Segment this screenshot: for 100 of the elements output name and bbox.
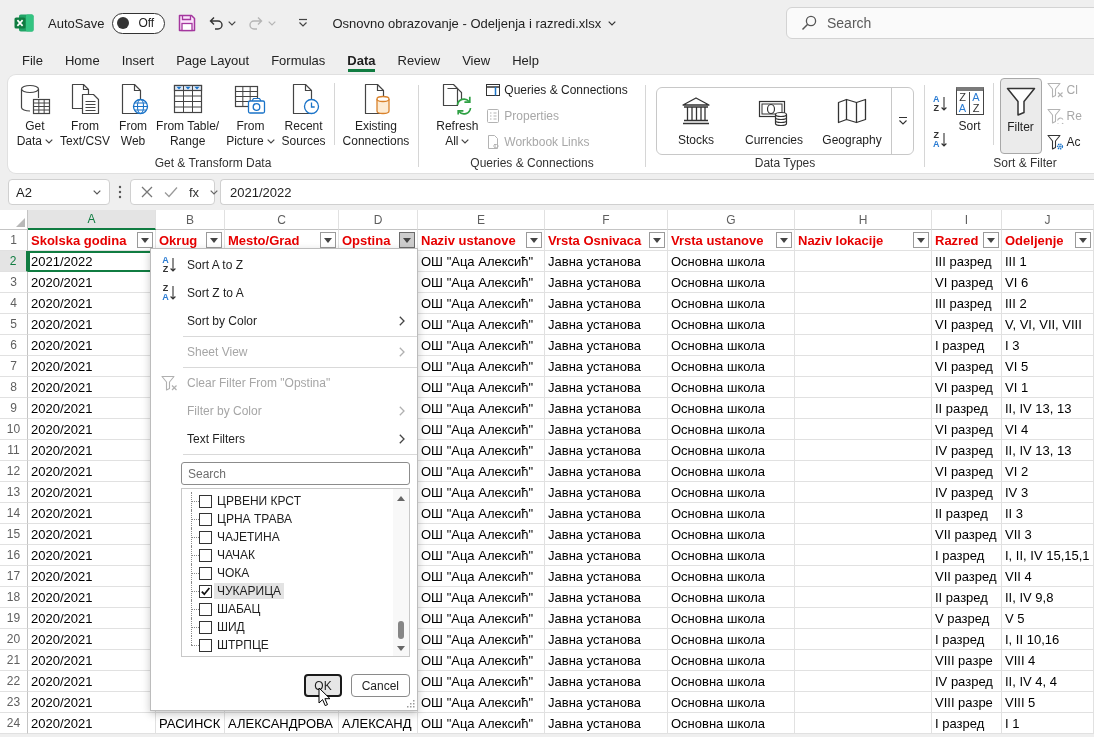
ribbon-button[interactable]: Z A A Z Sort [952, 79, 987, 149]
checkbox[interactable] [199, 548, 212, 562]
row-header[interactable]: 19 [0, 608, 28, 629]
ribbon-button[interactable]: Recent Sources [278, 79, 329, 150]
name-box[interactable]: A2 [8, 179, 110, 205]
row-header[interactable]: 9 [0, 398, 28, 419]
checkbox[interactable] [199, 512, 212, 526]
ribbon-button[interactable]: From Text/CSV [57, 79, 114, 150]
checkbox[interactable] [199, 620, 212, 634]
row-header[interactable]: 2 [0, 251, 28, 272]
ribbon-button[interactable]: Ac [1043, 129, 1085, 155]
sort-button[interactable]: A Z [929, 89, 951, 115]
ribbon-button[interactable]: From Table/ Range [153, 79, 223, 150]
scrollbar-thumb[interactable] [398, 621, 404, 639]
column-header[interactable]: G [668, 210, 795, 230]
menu-tab[interactable]: Review [386, 46, 452, 74]
sort-button[interactable]: Z A [929, 125, 951, 151]
ribbon-button[interactable]: From Web [114, 79, 153, 150]
filter-dropdown-button[interactable] [320, 232, 336, 248]
filter-value[interactable]: ЦРНА ТРАВА [214, 511, 296, 527]
filter-dropdown-button[interactable] [913, 232, 929, 248]
row-header[interactable]: 3 [0, 272, 28, 293]
cancel-button[interactable] [141, 186, 153, 198]
ribbon-button[interactable]: Queries & Connections [482, 77, 631, 103]
ok-button[interactable]: OK [304, 674, 342, 697]
formula-field[interactable]: 2021/2022 [220, 179, 1094, 205]
column-header[interactable]: E [418, 210, 545, 230]
menu-item[interactable]: A Z Sort A to Z [151, 251, 417, 279]
row-header[interactable]: 15 [0, 524, 28, 545]
checkbox[interactable] [199, 494, 212, 508]
ribbon-button[interactable]: From Picture [223, 79, 278, 150]
cancel-button[interactable]: Cancel [350, 674, 410, 697]
row-header[interactable]: 16 [0, 545, 28, 566]
ribbon-button[interactable]: Refresh All [433, 79, 482, 150]
ribbon-button[interactable]: Existing Connections [339, 79, 413, 150]
scrollbar[interactable] [393, 489, 409, 656]
gallery-option[interactable]: Currencies [735, 88, 813, 154]
row-header[interactable]: 18 [0, 587, 28, 608]
filter-value[interactable]: ШИД [214, 619, 248, 635]
filter-dropdown-button[interactable] [1075, 232, 1091, 248]
menu-tab[interactable]: View [451, 46, 502, 74]
enter-button[interactable] [164, 186, 178, 198]
insert-function-button[interactable]: fx [189, 184, 200, 200]
filter-dropdown-button[interactable] [983, 232, 999, 248]
checkbox[interactable] [199, 638, 212, 652]
ribbon-button[interactable]: Get Data [13, 79, 57, 150]
row-header[interactable]: 22 [0, 671, 28, 692]
row-header[interactable]: 1 [0, 230, 28, 251]
row-header[interactable]: 5 [0, 314, 28, 335]
menu-item[interactable]: Sort by Color [151, 307, 417, 335]
column-header[interactable]: I [932, 210, 1002, 230]
row-header[interactable]: 8 [0, 377, 28, 398]
row-header[interactable]: 14 [0, 503, 28, 524]
filter-dropdown-button[interactable] [137, 232, 153, 248]
menu-tab[interactable]: Help [501, 46, 550, 74]
document-title[interactable]: Osnovno obrazovanje - Odeljenja i razredi.xlsx [330, 13, 619, 33]
filter-dropdown-button[interactable] [776, 232, 792, 248]
filter-value[interactable]: ЧАЧАК [214, 547, 259, 563]
column-header[interactable]: D [339, 210, 418, 230]
column-header[interactable]: F [545, 210, 668, 230]
row-header[interactable]: 21 [0, 650, 28, 671]
menu-tab[interactable]: Formulas [260, 46, 337, 74]
autosave-toggle[interactable]: Off [112, 12, 166, 34]
row-header[interactable]: 10 [0, 419, 28, 440]
checkbox[interactable] [199, 530, 212, 544]
checkbox[interactable] [199, 602, 212, 616]
search-field[interactable]: Search [181, 462, 410, 485]
row-header[interactable]: 12 [0, 461, 28, 482]
filter-dropdown-button[interactable] [206, 232, 222, 248]
row-header[interactable]: 4 [0, 293, 28, 314]
row-header[interactable]: 11 [0, 440, 28, 461]
filter-value[interactable]: ЧУКАРИЦА [214, 583, 285, 599]
filter-value[interactable]: ШАБАЦ [214, 601, 264, 617]
checkbox[interactable] [199, 566, 212, 580]
menu-tab[interactable]: File [11, 46, 54, 74]
filter-value[interactable]: ЧАЈЕТИНА [214, 529, 283, 545]
row-header[interactable]: 24 [0, 713, 28, 734]
column-header[interactable]: C [225, 210, 339, 230]
filter-dropdown-button[interactable] [649, 232, 665, 248]
filter-value[interactable]: ЦРВЕНИ КРСТ [214, 493, 304, 509]
row-header[interactable]: 13 [0, 482, 28, 503]
filter-value[interactable]: ШТРПЦЕ [214, 637, 272, 653]
row-header[interactable]: 6 [0, 335, 28, 356]
gallery-option[interactable]: Geography [813, 88, 891, 154]
column-header[interactable]: B [156, 210, 225, 230]
row-header[interactable]: 7 [0, 356, 28, 377]
filter-value[interactable]: ЧОКА [214, 565, 253, 581]
menu-tab[interactable]: Home [53, 46, 111, 74]
column-header[interactable]: H [795, 210, 932, 230]
checkbox[interactable] [199, 584, 212, 598]
menu-tab[interactable]: Insert [110, 46, 166, 74]
ribbon-button[interactable]: Filter [999, 78, 1042, 154]
menu-tab[interactable]: Page Layout [165, 46, 261, 74]
row-header[interactable]: 17 [0, 566, 28, 587]
menu-item[interactable]: Z A Sort Z to A [151, 279, 417, 307]
gallery-option[interactable]: Stocks [657, 88, 735, 154]
row-header[interactable]: 20 [0, 629, 28, 650]
menu-item[interactable]: Text Filters [151, 425, 417, 453]
column-header[interactable]: A [28, 210, 156, 230]
filter-dropdown-button[interactable] [526, 232, 542, 248]
